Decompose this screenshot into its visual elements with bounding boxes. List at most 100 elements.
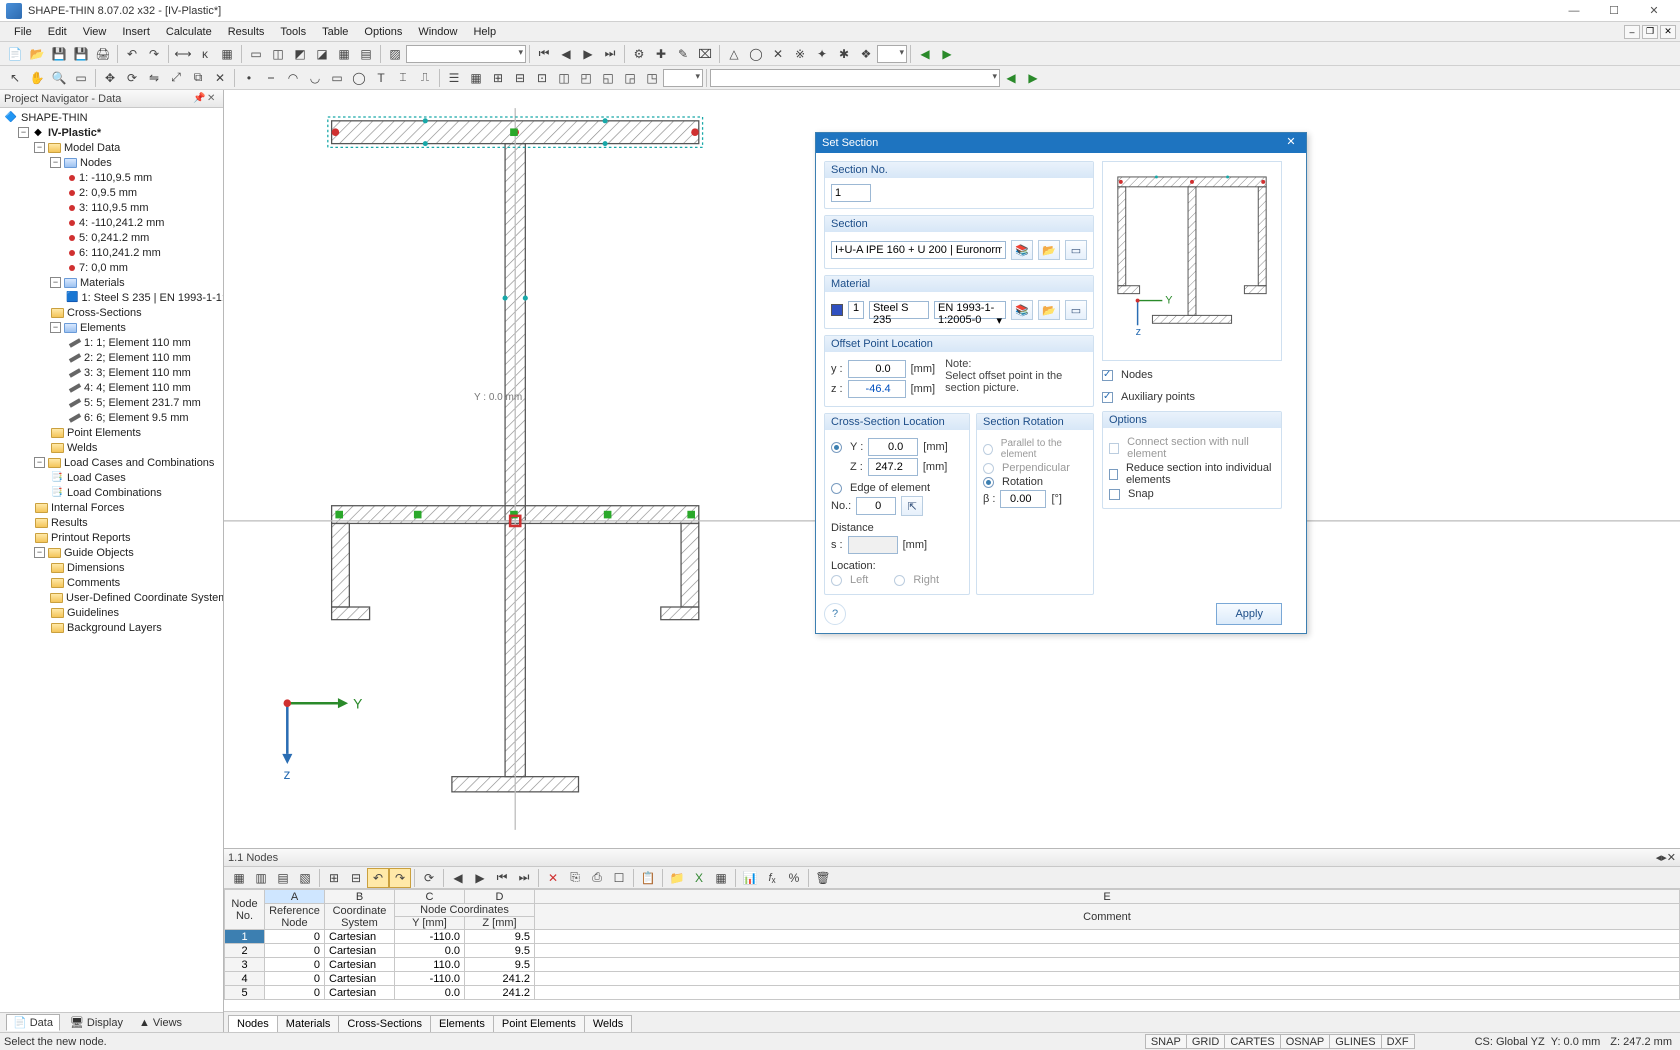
chk-snap[interactable] (1109, 489, 1120, 500)
tb-combo-small[interactable] (877, 45, 907, 63)
tb-shape5[interactable]: ✦ (811, 44, 833, 64)
tb2-n9[interactable]: ⎍ (414, 68, 436, 88)
tt-10[interactable]: ◀ (447, 868, 469, 888)
dialog-help-icon[interactable]: ? (824, 603, 846, 625)
tree-comments[interactable]: Comments (0, 575, 223, 590)
tb-print[interactable]: 🖨 (92, 44, 114, 64)
chk-reduce[interactable] (1109, 469, 1118, 480)
tree-node[interactable]: 6: 110,241.2 mm (0, 245, 223, 260)
tree-node[interactable]: 4: -110,241.2 mm (0, 215, 223, 230)
tb-open[interactable]: 📂 (26, 44, 48, 64)
tree-load-cases[interactable]: 📑Load Cases (0, 470, 223, 485)
tb2-green-prev[interactable]: ◀ (1000, 68, 1022, 88)
tt-3[interactable]: ▤ (272, 868, 294, 888)
tb2-scale[interactable]: ⤢ (165, 68, 187, 88)
tb2-move[interactable]: ✥ (99, 68, 121, 88)
tt-16[interactable]: ⎙ (586, 868, 608, 888)
menu-calculate[interactable]: Calculate (158, 24, 220, 40)
tab-nodes[interactable]: Nodes (228, 1015, 278, 1032)
tb-sel1[interactable]: ▭ (245, 44, 267, 64)
tb2-n4[interactable]: ◡ (304, 68, 326, 88)
menu-edit[interactable]: Edit (40, 24, 75, 40)
tree-material-1[interactable]: 🟦1: Steel S 235 | EN 1993-1-1:200 (0, 290, 223, 305)
tb-sel4[interactable]: ◪ (311, 44, 333, 64)
tt-23[interactable]: 🗑 (812, 868, 834, 888)
tb-opt3[interactable]: ✎ (672, 44, 694, 64)
toggle-project[interactable]: − (18, 127, 29, 138)
mdi-restore[interactable]: ❐ (1642, 25, 1658, 39)
toggle-nodes[interactable]: − (50, 157, 61, 168)
tb2-g1[interactable]: ☰ (443, 68, 465, 88)
minimize-button[interactable]: — (1554, 0, 1594, 22)
nav-tab-views[interactable]: ▲Views (133, 1016, 188, 1030)
tb2-g5[interactable]: ⊡ (531, 68, 553, 88)
tb-dim[interactable]: ⟷ (172, 44, 194, 64)
tb-combo1[interactable] (406, 45, 526, 63)
radio-Y[interactable] (831, 442, 842, 453)
tree-welds[interactable]: Welds (0, 440, 223, 455)
tb2-green-next[interactable]: ▶ (1022, 68, 1044, 88)
menu-file[interactable]: File (6, 24, 40, 40)
tb2-g7[interactable]: ◰ (575, 68, 597, 88)
tt-fx[interactable]: fₓ (761, 868, 783, 888)
tab-materials[interactable]: Materials (277, 1015, 340, 1032)
tb-green-prev[interactable]: ◀ (914, 44, 936, 64)
toggle-model[interactable]: − (34, 142, 45, 153)
tree-ucs[interactable]: User-Defined Coordinate Systems (0, 590, 223, 605)
tree-lcc[interactable]: Load Cases and Combinations (64, 457, 214, 469)
status-cartes[interactable]: CARTES (1224, 1034, 1280, 1049)
tb2-n6[interactable]: ◯ (348, 68, 370, 88)
col-ref[interactable]: ReferenceNode (265, 904, 325, 930)
nav-tab-data[interactable]: 📄Data (6, 1014, 60, 1031)
tb-shape7[interactable]: ❖ (855, 44, 877, 64)
section-no-input[interactable] (831, 184, 871, 202)
tt-14[interactable]: ✕ (542, 868, 564, 888)
material-lib-icon[interactable]: 📚 (1011, 300, 1033, 320)
tree-point-elements[interactable]: Point Elements (0, 425, 223, 440)
tb2-mirror[interactable]: ⇋ (143, 68, 165, 88)
tb-shape1[interactable]: △ (723, 44, 745, 64)
tb2-combo-large[interactable] (710, 69, 1000, 87)
tt-2[interactable]: ▥ (250, 868, 272, 888)
toggle-materials[interactable]: − (50, 277, 61, 288)
tree-dimensions[interactable]: Dimensions (0, 560, 223, 575)
tb2-cursor[interactable]: ↖ (4, 68, 26, 88)
tb2-zoom[interactable]: 🔍 (48, 68, 70, 88)
tb-nav-last[interactable]: ⏭ (599, 44, 621, 64)
tb-sel5[interactable]: ▦ (333, 44, 355, 64)
table-close-icon[interactable]: ✕ (1667, 851, 1676, 864)
nav-close-icon[interactable]: ✕ (207, 93, 219, 105)
table-row[interactable]: 50Cartesian0.0241.2 (225, 986, 1680, 1000)
tt-15[interactable]: ⎘ (564, 868, 586, 888)
tb2-combo[interactable] (663, 69, 703, 87)
tree-node[interactable]: 1: -110,9.5 mm (0, 170, 223, 185)
dialog-close-icon[interactable]: ✕ (1282, 135, 1300, 151)
tt-19[interactable]: 📁 (666, 868, 688, 888)
tb-calc[interactable]: ▦ (216, 44, 238, 64)
tree-printout[interactable]: Printout Reports (0, 530, 223, 545)
tb-nav-next[interactable]: ▶ (577, 44, 599, 64)
tt-excel[interactable]: X (688, 868, 710, 888)
tab-cross-sections[interactable]: Cross-Sections (338, 1015, 431, 1032)
tree-results[interactable]: Results (0, 515, 223, 530)
tree-element[interactable]: 4: 4; Element 110 mm (0, 380, 223, 395)
tb-kappa[interactable]: κ (194, 44, 216, 64)
tb-undo[interactable]: ↶ (121, 44, 143, 64)
tree-model-data[interactable]: Model Data (64, 142, 120, 154)
menu-window[interactable]: Window (410, 24, 465, 40)
tt-17[interactable]: ☐ (608, 868, 630, 888)
tt-22[interactable]: % (783, 868, 805, 888)
tree-node[interactable]: 3: 110,9.5 mm (0, 200, 223, 215)
table-row[interactable]: 40Cartesian-110.0241.2 (225, 972, 1680, 986)
tb2-n7[interactable]: T (370, 68, 392, 88)
chk-aux[interactable] (1102, 392, 1113, 403)
offset-y-input[interactable] (848, 360, 906, 378)
tt-1[interactable]: ▦ (228, 868, 250, 888)
tb-green-next[interactable]: ▶ (936, 44, 958, 64)
tb-nav-prev[interactable]: ◀ (555, 44, 577, 64)
tb2-g9[interactable]: ◲ (619, 68, 641, 88)
tt-7[interactable]: ↶ (367, 868, 389, 888)
tb-save[interactable]: 💾 (48, 44, 70, 64)
tab-elements[interactable]: Elements (430, 1015, 494, 1032)
tree-element[interactable]: 1: 1; Element 110 mm (0, 335, 223, 350)
